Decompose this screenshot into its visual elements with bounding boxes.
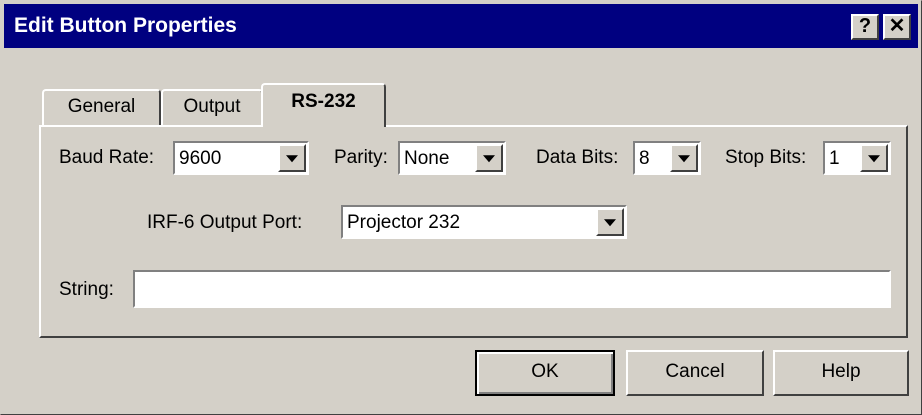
title-bar: Edit Button Properties ? ✕ [4,4,918,48]
parity-dropdown-arrow[interactable] [475,144,503,172]
close-button[interactable]: ✕ [883,14,911,40]
baud-rate-dropdown-arrow[interactable] [278,144,306,172]
parity-value: None [404,148,450,169]
stop-bits-value: 1 [829,148,840,169]
chevron-down-icon [678,155,690,163]
chevron-down-icon [868,155,880,163]
parity-label: Parity: [334,147,388,168]
output-port-value: Projector 232 [347,212,461,233]
cancel-button[interactable]: Cancel [626,350,764,396]
window-title: Edit Button Properties [14,14,237,37]
baud-rate-label: Baud Rate: [59,147,155,168]
tab-general[interactable]: General [42,89,161,127]
ok-button[interactable]: OK [475,350,615,396]
chevron-down-icon [286,155,298,163]
baud-rate-value: 9600 [179,148,222,169]
data-bits-label: Data Bits: [536,147,619,168]
output-port-dropdown-arrow[interactable] [596,208,624,236]
parity-select[interactable]: None [398,141,506,175]
stop-bits-dropdown-arrow[interactable] [860,144,888,172]
string-input[interactable] [133,270,891,308]
stop-bits-select[interactable]: 1 [823,141,891,175]
help-question-button[interactable]: ? [851,14,879,40]
help-button[interactable]: Help [773,350,909,396]
chevron-down-icon [483,155,495,163]
baud-rate-select[interactable]: 9600 [173,141,309,175]
output-port-select[interactable]: Projector 232 [341,205,627,239]
string-label: String: [59,279,114,300]
tab-output[interactable]: Output [161,89,263,127]
chevron-down-icon [604,219,616,227]
data-bits-value: 8 [639,148,650,169]
output-port-label: IRF-6 Output Port: [147,212,303,233]
data-bits-dropdown-arrow[interactable] [670,144,698,172]
edit-button-properties-dialog: Edit Button Properties ? ✕ General Outpu… [0,0,922,415]
tab-rs232[interactable]: RS-232 [261,83,386,127]
stop-bits-label: Stop Bits: [725,147,807,168]
data-bits-select[interactable]: 8 [633,141,701,175]
